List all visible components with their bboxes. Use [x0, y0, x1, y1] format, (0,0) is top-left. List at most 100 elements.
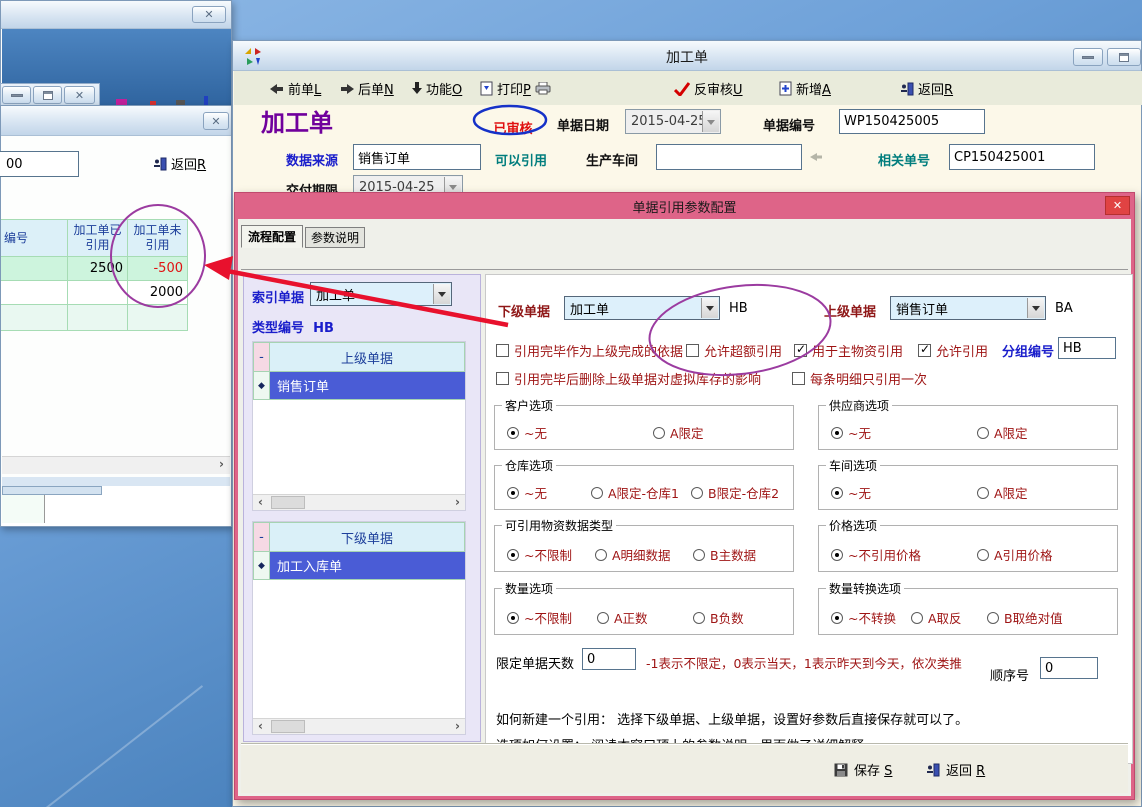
radio-icon [507, 612, 519, 624]
chevron-down-icon[interactable] [701, 298, 718, 318]
checkbox-main-material[interactable]: 用于主物资引用 [794, 341, 903, 360]
radio-option[interactable]: ~无 [507, 483, 547, 502]
sequence-input[interactable]: 0 [1040, 657, 1098, 679]
lower-doc-code: HB [729, 301, 748, 316]
add-new-button[interactable]: 新增A [779, 79, 831, 98]
group-title: 数量选项 [502, 580, 556, 597]
radio-option[interactable]: A限定-仓库1 [591, 483, 679, 502]
list-header-row: - 下级单据 [253, 522, 465, 552]
chevron-down-icon[interactable] [1027, 298, 1044, 318]
checkbox-allow-excess[interactable]: 允许超额引用 [686, 341, 782, 360]
window-b-maximize-button[interactable] [33, 86, 62, 104]
group-title: 供应商选项 [826, 397, 892, 414]
list-header: 下级单据 [270, 522, 465, 552]
window-c-close-button[interactable]: ✕ [203, 112, 229, 130]
radio-option[interactable]: ~不限制 [507, 545, 572, 564]
checkbox-allow-reference[interactable]: 允许引用 [918, 341, 988, 360]
radio-option[interactable]: ~无 [507, 423, 547, 442]
main-minimize-button[interactable] [1073, 48, 1103, 66]
window-c-titlebar [1, 106, 231, 136]
next-doc-button[interactable]: 后单N [340, 79, 394, 98]
horizontal-scrollbar[interactable]: ‹ › [253, 718, 465, 734]
partial-input[interactable]: 00 [0, 151, 79, 177]
workshop-input[interactable] [656, 144, 802, 170]
collapse-minus-icon[interactable]: - [253, 342, 270, 372]
can-reference-hint: 可以引用 [495, 150, 547, 169]
radio-option[interactable]: A限定 [653, 423, 704, 442]
main-maximize-button[interactable] [1107, 48, 1141, 66]
dialog-titlebar[interactable]: 单据引用参数配置 [235, 193, 1134, 219]
return-button[interactable]: 返回R [900, 79, 953, 98]
workshop-label: 生产车间 [586, 150, 638, 169]
return-button[interactable]: 返回R [153, 154, 206, 173]
scroll-right-icon[interactable]: › [455, 495, 460, 510]
tab-process-config[interactable]: 流程配置 [241, 225, 303, 248]
radio-option[interactable]: A取反 [911, 608, 962, 627]
scroll-right-icon[interactable]: › [219, 457, 224, 472]
picker-hand-icon[interactable] [810, 152, 822, 162]
group-no-input[interactable]: HB [1058, 337, 1116, 359]
collapse-minus-icon[interactable]: - [253, 522, 270, 552]
radio-option[interactable]: A限定 [977, 483, 1028, 502]
scroll-thumb[interactable] [271, 720, 305, 733]
radio-option[interactable]: ~不转换 [831, 608, 896, 627]
list-item-selected[interactable]: ◆ 加工入库单 [253, 552, 465, 580]
radio-option[interactable]: ~不引用价格 [831, 545, 921, 564]
scroll-right-icon[interactable]: › [455, 719, 460, 734]
days-limit-input[interactable]: 0 [582, 648, 636, 670]
radio-option[interactable]: A正数 [597, 608, 648, 627]
page-icon [480, 81, 493, 96]
doc-no-input[interactable]: WP150425005 [839, 109, 985, 134]
horizontal-scrollbar[interactable]: › [2, 456, 230, 474]
radio-option[interactable]: A限定 [977, 423, 1028, 442]
radio-option[interactable]: ~不限制 [507, 608, 572, 627]
radio-option[interactable]: B取绝对值 [987, 608, 1063, 627]
radio-option[interactable]: ~无 [831, 483, 871, 502]
related-no-input[interactable]: CP150425001 [949, 144, 1095, 170]
lower-doc-combo[interactable]: 加工单 [564, 296, 720, 320]
option-group-material-type: 可引用物资数据类型 ~不限制 A明细数据 B主数据 [494, 525, 794, 572]
radio-option[interactable]: ~无 [831, 423, 871, 442]
checkbox-once-per-detail[interactable]: 每条明细只引用一次 [792, 369, 927, 388]
minimize-icon [11, 94, 23, 97]
option-group-quantity-convert: 数量转换选项 ~不转换 A取反 B取绝对值 [818, 588, 1118, 635]
chevron-down-icon[interactable] [702, 111, 719, 132]
radio-option[interactable]: A明细数据 [595, 545, 671, 564]
radio-icon [693, 549, 705, 561]
scroll-left-icon[interactable]: ‹ [258, 495, 263, 510]
function-menu-button[interactable]: 功能O [412, 79, 462, 98]
radio-option[interactable]: A引用价格 [977, 545, 1053, 564]
arrow-left-icon [270, 84, 284, 94]
dialog-close-button[interactable]: ✕ [1105, 196, 1130, 215]
checkbox-complete-basis[interactable]: 引用完毕作为上级完成的依据 [496, 341, 683, 360]
horizontal-scrollbar[interactable]: ‹ › [253, 494, 465, 510]
table-row[interactable] [1, 305, 188, 331]
radio-option[interactable]: B负数 [693, 608, 744, 627]
prev-doc-button[interactable]: 前单L [270, 79, 321, 98]
chevron-down-icon[interactable] [433, 284, 450, 304]
list-item-selected[interactable]: ◆ 销售订单 [253, 372, 465, 400]
back-button[interactable]: 返回 R [926, 760, 985, 779]
window-a-close-button[interactable]: ✕ [192, 6, 226, 23]
column-header-unused: 加工单未引用 [128, 219, 188, 257]
tab-parameter-help[interactable]: 参数说明 [305, 227, 365, 248]
window-b-minimize-button[interactable] [2, 86, 31, 104]
window-b-close-button[interactable]: ✕ [64, 86, 95, 104]
scroll-thumb[interactable] [271, 496, 305, 509]
radio-icon [653, 427, 665, 439]
save-button[interactable]: 保存 S [834, 760, 892, 779]
table-row[interactable]: 2000 [1, 281, 188, 305]
arrow-down-icon [412, 82, 422, 95]
dialog-body: 流程配置 参数说明 索引单据 加工单 类型编号 HB - 上级单据 [238, 219, 1131, 796]
date-combo[interactable]: 2015-04-25 [625, 109, 721, 134]
radio-option[interactable]: B主数据 [693, 545, 756, 564]
print-button[interactable]: 打印P [480, 79, 551, 98]
source-input[interactable]: 销售订单 [353, 144, 481, 170]
table-row[interactable]: 2500 -500 [1, 257, 188, 281]
radio-option[interactable]: B限定-仓库2 [691, 483, 779, 502]
index-doc-combo[interactable]: 加工单 [310, 282, 452, 306]
upper-doc-combo[interactable]: 销售订单 [890, 296, 1046, 320]
unaudit-button[interactable]: 反审核U [674, 79, 743, 98]
checkbox-delete-virtual-stock[interactable]: 引用完毕后删除上级单据对虚拟库存的影响 [496, 369, 761, 388]
scroll-left-icon[interactable]: ‹ [258, 719, 263, 734]
